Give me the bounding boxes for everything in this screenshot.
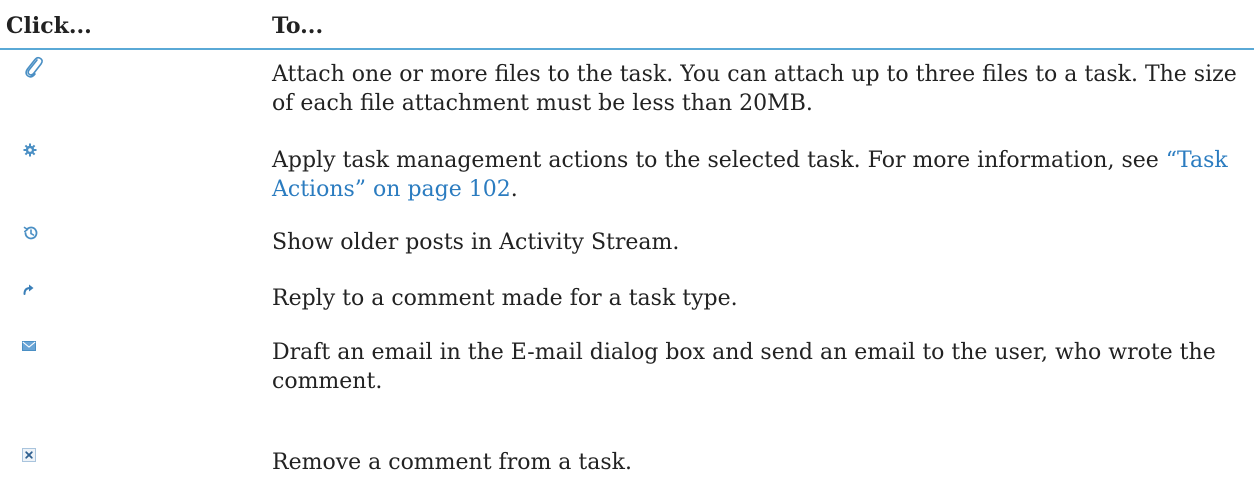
- row-description: Draft an email in the E-mail dialog box …: [272, 340, 1216, 394]
- description-end: .: [510, 177, 518, 202]
- row-description: Apply task management actions to the sel…: [272, 146, 1246, 204]
- row-description: Remove a comment from a task.: [272, 450, 632, 475]
- row-description: Reply to a comment made for a task type.: [272, 286, 738, 311]
- row-description: Attach one or more files to the task. Yo…: [272, 62, 1237, 116]
- gear-icon: [22, 142, 52, 172]
- header-click: Click...: [6, 13, 92, 39]
- remove-x-icon: [22, 448, 52, 478]
- description-text: Apply task management actions to the sel…: [272, 148, 1166, 173]
- table-header: Click... To...: [0, 0, 1254, 50]
- click-to-table: Click... To... Attach one or more files …: [0, 0, 1254, 475]
- header-to: To...: [272, 13, 324, 39]
- paperclip-icon: [22, 54, 52, 84]
- envelope-icon: [22, 340, 52, 370]
- reply-arrow-icon: [22, 282, 52, 312]
- row-description: Show older posts in Activity Stream.: [272, 230, 680, 255]
- history-icon: [22, 224, 52, 254]
